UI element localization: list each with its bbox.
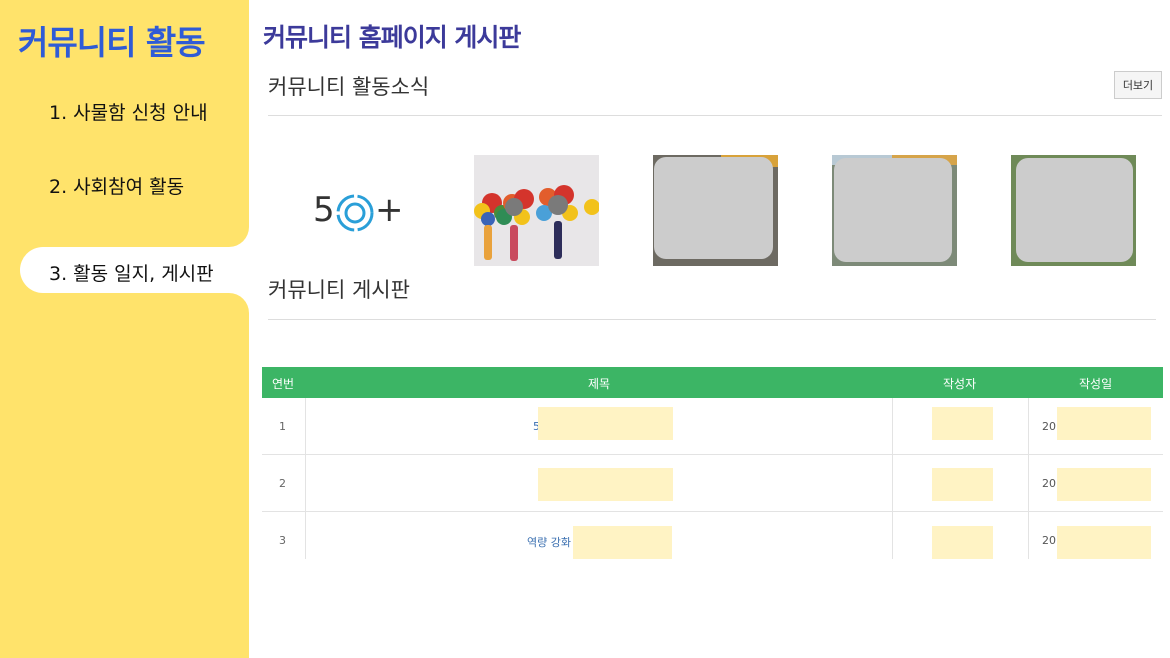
column-divider bbox=[305, 398, 306, 454]
divider bbox=[268, 319, 1156, 320]
table-row[interactable]: 1 5 20: bbox=[262, 398, 1163, 455]
row-title-link[interactable]: 역량 강화 bbox=[527, 534, 571, 550]
column-header-title: 제목 bbox=[588, 377, 611, 391]
redacted-author bbox=[932, 407, 993, 440]
column-divider bbox=[1028, 512, 1029, 559]
column-divider bbox=[892, 512, 893, 559]
target-icon bbox=[336, 194, 374, 232]
table-row[interactable]: 2 20: bbox=[262, 455, 1163, 512]
row-number: 1 bbox=[279, 420, 286, 433]
column-header-author: 작성자 bbox=[943, 377, 977, 391]
column-divider bbox=[892, 398, 893, 454]
redacted-title bbox=[538, 468, 673, 501]
redacted-image bbox=[1016, 158, 1133, 262]
redacted-title bbox=[538, 407, 673, 440]
column-divider bbox=[1028, 455, 1029, 511]
redacted-author bbox=[932, 526, 993, 559]
redacted-image bbox=[834, 158, 952, 262]
news-thumbnail-3[interactable] bbox=[832, 155, 957, 266]
column-divider bbox=[305, 512, 306, 559]
sidebar-item-board[interactable]: 3. 활동 일지, 게시판 bbox=[20, 247, 249, 293]
news-thumbnail-2[interactable] bbox=[653, 155, 778, 266]
sidebar-item-social[interactable]: 2. 사회참여 활동 bbox=[0, 160, 249, 206]
redacted-date bbox=[1057, 526, 1151, 559]
redacted-image bbox=[654, 157, 773, 259]
column-divider bbox=[305, 455, 306, 511]
craft-photo bbox=[474, 155, 599, 266]
sidebar: 커뮤니티 활동 1. 사물함 신청 안내 2. 사회참여 활동 3. 활동 일지… bbox=[0, 0, 249, 658]
column-divider bbox=[892, 455, 893, 511]
column-divider bbox=[1028, 398, 1029, 454]
more-button[interactable]: 더보기 bbox=[1114, 71, 1162, 99]
redacted-title bbox=[573, 526, 672, 559]
logo-text: 5 bbox=[313, 190, 335, 230]
sidebar-item-label: 2. 사회참여 활동 bbox=[49, 176, 185, 198]
redacted-author bbox=[932, 468, 993, 501]
page-title: 커뮤니티 홈페이지 게시판 bbox=[263, 23, 521, 52]
logo-50-plus: 5 + bbox=[313, 190, 404, 236]
board-table: 연번 제목 작성자 작성일 1 5 20: 2 20: 3 역량 강화 20: bbox=[262, 367, 1163, 559]
sidebar-title: 커뮤니티 활동 bbox=[18, 23, 206, 62]
logo-text: + bbox=[375, 190, 404, 230]
row-number: 2 bbox=[279, 477, 286, 490]
sidebar-item-label: 1. 사물함 신청 안내 bbox=[49, 102, 208, 124]
row-number: 3 bbox=[279, 534, 286, 547]
sidebar-item-locker[interactable]: 1. 사물함 신청 안내 bbox=[0, 86, 249, 132]
column-header-number: 연번 bbox=[272, 377, 295, 391]
table-row[interactable]: 3 역량 강화 20: bbox=[262, 512, 1163, 559]
divider bbox=[268, 115, 1162, 116]
news-thumbnail-4[interactable] bbox=[1011, 155, 1136, 266]
news-section-heading: 커뮤니티 활동소식 bbox=[268, 75, 430, 99]
news-thumbnail-1[interactable] bbox=[474, 155, 599, 266]
redacted-date bbox=[1057, 468, 1151, 501]
sidebar-item-label: 3. 활동 일지, 게시판 bbox=[49, 263, 214, 285]
column-header-date: 작성일 bbox=[1079, 377, 1113, 391]
table-header: 연번 제목 작성자 작성일 bbox=[262, 367, 1163, 398]
redacted-date bbox=[1057, 407, 1151, 440]
board-section-heading: 커뮤니티 게시판 bbox=[268, 278, 410, 302]
